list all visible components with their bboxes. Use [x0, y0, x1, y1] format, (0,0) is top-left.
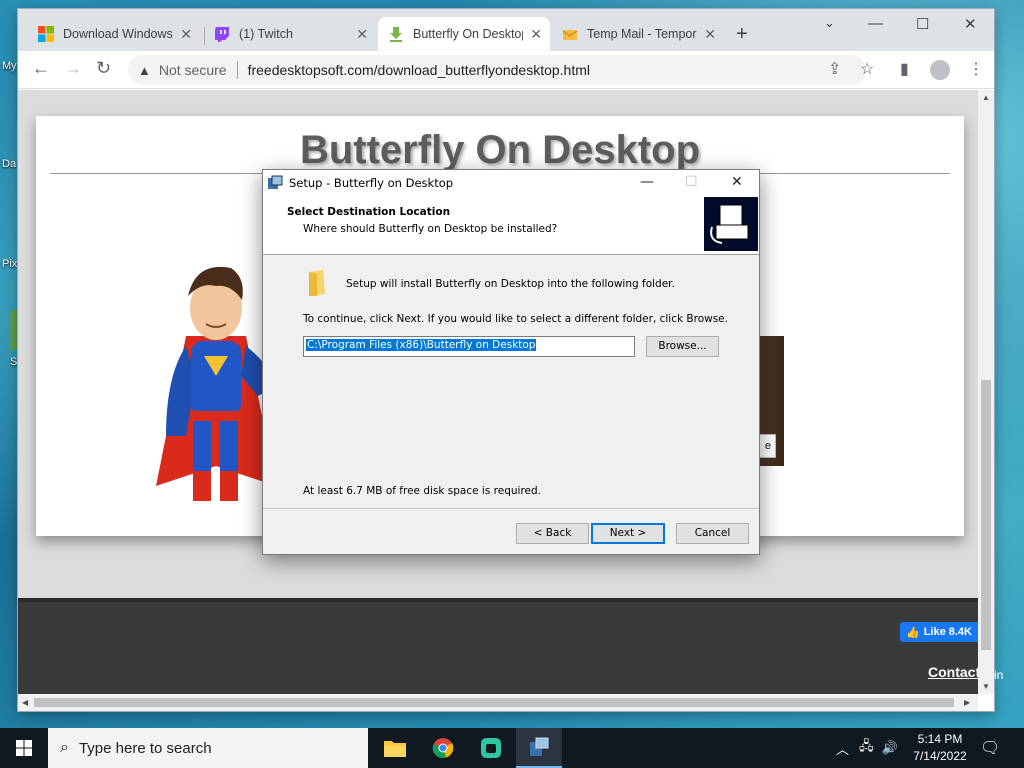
desktop-app-icon[interactable] — [10, 310, 18, 350]
tab-close-icon[interactable]: ✕ — [704, 26, 716, 43]
minimize-icon[interactable]: — — [868, 15, 883, 32]
tab-title: Butterfly On Desktop — [413, 27, 523, 41]
bookmark-star-icon[interactable]: ☆ — [860, 59, 874, 79]
page-title: Butterfly On Desktop — [299, 128, 701, 172]
scroll-right-arrow-icon[interactable]: ▶ — [964, 698, 970, 707]
address-bar[interactable]: ▲ Not secure freedesktopsoft.com/downloa… — [128, 55, 866, 85]
page-footer: 👍 Like 8.4K Contact — [18, 598, 978, 694]
app-icon — [481, 738, 501, 758]
chrome-icon — [432, 738, 454, 759]
dialog-titlebar[interactable]: Setup - Butterfly on Desktop — ☐ ✕ — [263, 170, 759, 196]
tab-temp-mail[interactable]: Temp Mail - Tempora ✕ — [552, 17, 724, 51]
tab-butterfly-on-desktop[interactable]: Butterfly On Desktop ✕ — [378, 17, 550, 51]
windows-logo-icon — [38, 26, 54, 42]
system-tray: ︿ 🖧 🔊 — [836, 728, 898, 768]
download-arrow-icon — [390, 27, 402, 42]
dialog-title: Setup - Butterfly on Desktop — [289, 176, 454, 190]
forward-arrow-icon[interactable]: → — [64, 58, 82, 79]
warning-triangle-icon[interactable]: ▲ — [138, 63, 151, 78]
setup-app-icon — [268, 175, 283, 189]
footer-fragment: in — [994, 668, 1004, 682]
file-explorer-icon — [384, 741, 406, 757]
start-button[interactable] — [0, 728, 48, 768]
tab-close-icon[interactable]: ✕ — [530, 26, 542, 43]
url-text[interactable]: freedesktopsoft.com/download_butterflyon… — [248, 62, 590, 78]
taskbar-clock[interactable]: 5:14 PM 7/14/2022 — [905, 731, 975, 765]
setup-icon — [530, 737, 549, 756]
destination-path-value: C:\Program Files (x86)\Butterfly on Desk… — [306, 339, 537, 351]
dialog-header: Select Destination Location Where should… — [263, 196, 759, 255]
back-arrow-icon[interactable]: ← — [32, 58, 50, 79]
dialog-header-title: Select Destination Location — [287, 206, 451, 218]
destination-path-input[interactable]: C:\Program Files (x86)\Butterfly on Desk… — [303, 336, 635, 357]
taskbar-chrome[interactable] — [420, 728, 466, 768]
search-icon: ⌕ — [60, 739, 69, 756]
cancel-button[interactable]: Cancel — [676, 523, 749, 544]
dialog-maximize-icon: ☐ — [685, 174, 698, 190]
new-tab-icon[interactable]: + — [736, 23, 748, 46]
browser-toolbar: ← → ↻ ▲ Not secure freedesktopsoft.com/d… — [18, 51, 994, 89]
scroll-left-arrow-icon[interactable]: ◀ — [22, 698, 28, 707]
like-count: Like 8.4K — [923, 626, 972, 638]
volume-icon[interactable]: 🔊 — [882, 740, 898, 756]
chevron-up-icon[interactable]: ︿ — [836, 739, 849, 758]
dialog-footer-divider — [263, 508, 759, 509]
close-window-icon[interactable]: ✕ — [964, 15, 977, 33]
dialog-close-icon[interactable]: ✕ — [731, 174, 743, 190]
network-icon[interactable]: 🖧 — [859, 737, 874, 759]
install-location-text: Setup will install Butterfly on Desktop … — [346, 278, 675, 290]
scroll-up-arrow-icon[interactable]: ▲ — [982, 93, 990, 102]
notification-icon[interactable]: 🗨 — [980, 738, 1000, 758]
tab-close-icon[interactable]: ✕ — [180, 26, 192, 43]
next-button[interactable]: Next > — [591, 523, 665, 544]
dialog-header-subtitle: Where should Butterfly on Desktop be ins… — [303, 223, 558, 235]
maximize-icon[interactable]: ☐ — [916, 15, 929, 33]
taskbar: ⌕ Type here to search ︿ 🖧 🔊 5:14 PM 7/14… — [0, 728, 1024, 768]
share-icon[interactable]: ⇪ — [828, 59, 841, 79]
clock-date: 7/14/2022 — [913, 749, 967, 763]
dialog-minimize-icon[interactable]: — — [640, 174, 654, 190]
taskbar-app[interactable] — [468, 728, 514, 768]
setup-dialog: Setup - Butterfly on Desktop — ☐ ✕ Selec… — [262, 169, 760, 555]
taskbar-search-box[interactable]: ⌕ Type here to search — [48, 728, 368, 768]
tab-download-windows[interactable]: Download Windows ✕ — [28, 17, 200, 51]
back-button[interactable]: < Back — [516, 523, 589, 544]
tab-title: Download Windows — [63, 27, 173, 41]
horizontal-scroll-thumb[interactable] — [34, 698, 954, 707]
tab-search-chevron-icon[interactable]: ⌄ — [824, 15, 835, 31]
tab-title: (1) Twitch — [239, 27, 293, 41]
browse-button[interactable]: Browse... — [646, 336, 719, 357]
search-placeholder: Type here to search — [78, 739, 212, 757]
contact-link[interactable]: Contact — [928, 664, 978, 680]
disk-space-text: At least 6.7 MB of free disk space is re… — [303, 485, 541, 497]
mail-icon — [562, 30, 578, 40]
twitch-icon — [215, 27, 229, 42]
taskbar-setup[interactable] — [516, 728, 562, 768]
profile-avatar-icon[interactable] — [930, 60, 950, 80]
desktop-icon-label[interactable]: Da — [2, 158, 16, 170]
scroll-down-arrow-icon[interactable]: ▼ — [982, 682, 990, 691]
reload-icon[interactable]: ↻ — [96, 58, 111, 79]
horizontal-scrollbar[interactable]: ◀ ▶ — [18, 694, 978, 711]
installer-computer-icon — [704, 197, 758, 251]
continue-instructions: To continue, click Next. If you would li… — [303, 313, 728, 325]
thumbs-up-icon: 👍 — [905, 626, 920, 639]
folder-icon — [309, 270, 325, 296]
tab-strip: Download Windows ✕ (1) Twitch ✕ Butterfl… — [18, 9, 994, 51]
windows-start-icon — [16, 740, 32, 756]
vertical-scrollbar[interactable]: ▲ ▼ — [978, 90, 994, 694]
tab-title: Temp Mail - Tempora — [587, 27, 697, 41]
side-panel-icon[interactable]: ▮ — [900, 59, 909, 79]
desktop-icon-label[interactable]: Pix — [2, 258, 17, 270]
tab-close-icon[interactable]: ✕ — [356, 26, 368, 43]
address-divider — [236, 61, 238, 79]
clock-time: 5:14 PM — [917, 732, 963, 746]
desktop-icon-label[interactable]: My — [2, 60, 17, 72]
menu-kebab-icon[interactable]: ⋮ — [968, 59, 984, 79]
tab-twitch[interactable]: (1) Twitch ✕ — [204, 17, 376, 51]
vertical-scroll-thumb[interactable] — [981, 380, 991, 650]
facebook-like-button[interactable]: 👍 Like 8.4K — [899, 622, 978, 642]
taskbar-file-explorer[interactable] — [372, 728, 418, 768]
security-status[interactable]: Not secure — [159, 62, 227, 78]
